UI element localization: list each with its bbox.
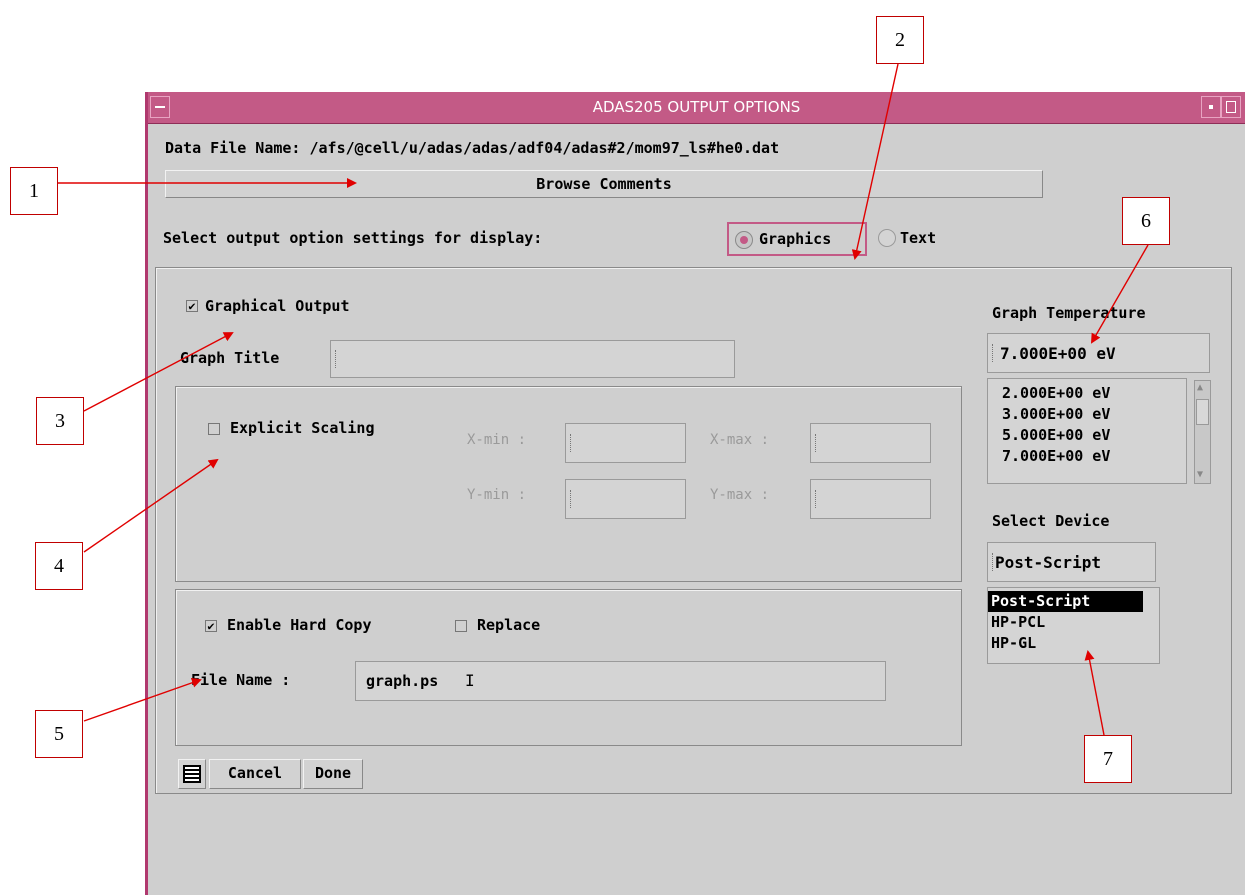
arrow-5 — [83, 677, 202, 722]
arrow-6 — [1091, 244, 1149, 344]
annotation-arrows — [58, 63, 1149, 736]
arrow-3 — [83, 332, 234, 412]
arrow-2 — [851, 63, 899, 260]
arrow-7 — [1084, 650, 1105, 736]
arrow-4 — [83, 458, 219, 553]
